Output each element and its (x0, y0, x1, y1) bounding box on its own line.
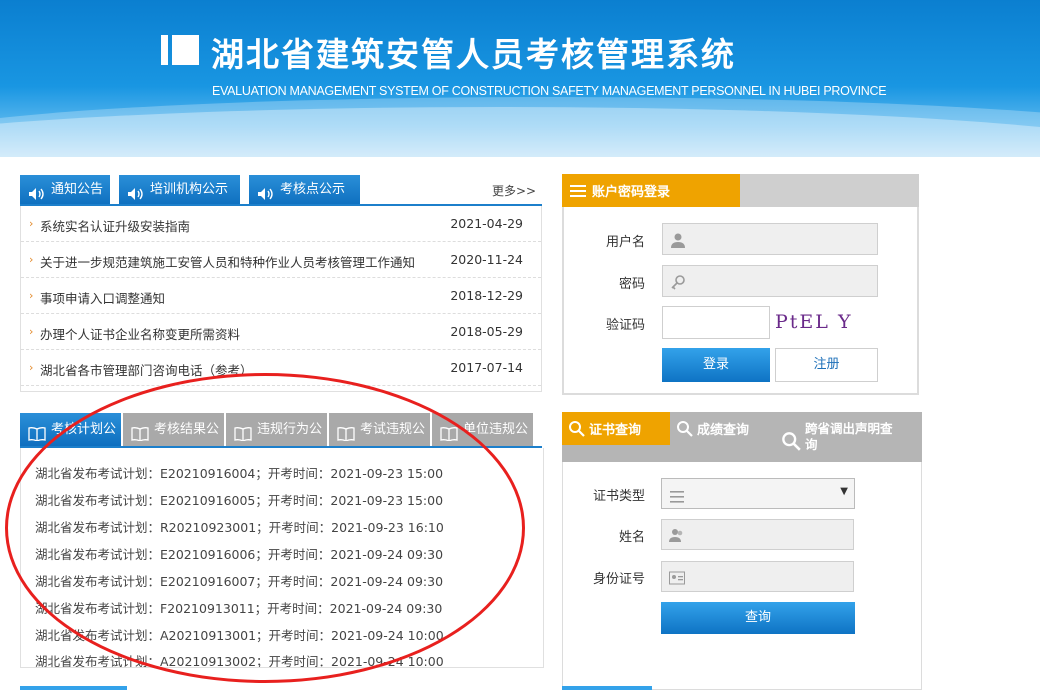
book-icon (28, 423, 46, 442)
id-number-label: 身份证号 (592, 572, 645, 587)
users-icon (669, 527, 685, 543)
search-icon (676, 420, 693, 437)
login-button[interactable]: 登录 (662, 348, 770, 382)
list-item[interactable]: 湖北省发布考试计划：R20210923001；开考时间：2021-09-23 1… (35, 517, 444, 536)
tab-certificate-query[interactable]: 证书查询 (562, 412, 670, 445)
password-input[interactable] (662, 265, 878, 297)
list-item[interactable]: 湖北省发布考试计划：F20210913011；开考时间：2021-09-24 0… (35, 598, 442, 617)
username-input[interactable] (662, 223, 878, 255)
tab-label: 违规行为公 (257, 421, 323, 437)
list-item[interactable]: › 事项申请入口调整通知 2018-12-29 (21, 278, 541, 314)
register-button[interactable]: 注册 (775, 348, 878, 382)
tab-exam-sites[interactable]: 考核点公示 (249, 175, 360, 205)
cert-type-label: 证书类型 (592, 489, 645, 504)
news-title[interactable]: 湖北省各市管理部门咨询电话（参考） (40, 360, 253, 379)
next-section-tab[interactable] (20, 686, 127, 690)
tab-unit-violations[interactable]: 单位违规公 (432, 413, 533, 446)
list-item[interactable]: 湖北省发布考试计划：A20210913001；开考时间：2021-09-24 1… (35, 625, 444, 644)
site-title: 湖北省建筑安管人员考核管理系统 (211, 35, 736, 74)
news-title[interactable]: 事项申请入口调整通知 (40, 288, 165, 307)
tab-label: 证书查询 (589, 423, 642, 438)
tab-label: 考核点公示 (280, 182, 346, 197)
captcha-image[interactable]: PtEL Y (775, 311, 857, 337)
list-item[interactable]: › 系统实名认证升级安装指南 2021-04-29 (21, 206, 541, 242)
list-icon (670, 488, 684, 503)
login-header[interactable]: 账户密码登录 (562, 174, 740, 207)
list-item[interactable]: 湖北省发布考试计划：A20210913002；开考时间：2021-09-24 1… (35, 651, 444, 667)
captcha-label: 验证码 (605, 318, 645, 333)
search-icon (568, 420, 585, 437)
speaker-icon (257, 183, 275, 200)
query-button[interactable]: 查询 (661, 602, 855, 634)
next-section-tab[interactable] (562, 686, 652, 690)
tab-label: 培训机构公示 (150, 182, 229, 197)
list-item[interactable]: › 关于进一步规范建筑施工安管人员和特种作业人员考核管理工作通知 2020-11… (21, 242, 541, 278)
speaker-icon (28, 183, 46, 200)
tab-score-query[interactable]: 成绩查询 (674, 412, 774, 445)
news-date: 2021-04-29 (450, 216, 523, 231)
tab-violations[interactable]: 违规行为公 (226, 413, 327, 446)
cert-type-select[interactable]: ▼ (661, 478, 855, 509)
tab-label: 考核计划公 (51, 421, 117, 437)
list-item[interactable]: 湖北省发布考试计划：E20210916004；开考时间：2021-09-23 1… (35, 463, 443, 482)
list-item[interactable]: 湖北省发布考试计划：E20210916007；开考时间：2021-09-24 0… (35, 571, 443, 590)
news-date: 2017-07-14 (450, 360, 523, 375)
tab-label: 单位违规公 (463, 421, 529, 437)
username-label: 用户名 (605, 235, 645, 250)
tab-notices[interactable]: 通知公告 (20, 175, 110, 205)
menu-icon (570, 184, 586, 197)
tab-label: 考核结果公 (154, 421, 220, 437)
news-date: 2020-11-24 (450, 252, 523, 267)
speaker-icon (127, 183, 145, 200)
news-date: 2018-05-29 (450, 324, 523, 339)
arrow-icon: › (29, 289, 34, 302)
login-header-label: 账户密码登录 (592, 185, 671, 200)
logo-icon (161, 35, 199, 65)
news-title[interactable]: 办理个人证书企业名称变更所需资料 (40, 324, 240, 343)
tab-label: 跨省调出声明查询 (805, 421, 893, 452)
list-item[interactable]: › 办理个人证书企业名称变更所需资料 2018-05-29 (21, 314, 541, 350)
user-icon (670, 232, 686, 248)
more-link[interactable]: 更多>> (492, 182, 536, 199)
chevron-down-icon: ▼ (840, 486, 848, 497)
key-icon (670, 274, 686, 290)
tab-cross-province-query[interactable]: 跨省调出声明查询 (781, 412, 911, 462)
list-item[interactable]: › 湖北省各市管理部门咨询电话（参考） 2017-07-14 (21, 350, 541, 386)
book-icon (234, 423, 252, 442)
site-subtitle: EVALUATION MANAGEMENT SYSTEM OF CONSTRUC… (212, 84, 887, 98)
tab-exam-violations[interactable]: 考试违规公 (329, 413, 430, 446)
book-icon (337, 423, 355, 442)
id-number-input[interactable] (661, 561, 854, 592)
search-icon (781, 431, 801, 451)
news-date: 2018-12-29 (450, 288, 523, 303)
password-label: 密码 (618, 277, 645, 292)
arrow-icon: › (29, 361, 34, 374)
tab-label: 通知公告 (51, 182, 104, 197)
list-item[interactable]: 湖北省发布考试计划：E20210916006；开考时间：2021-09-24 0… (35, 544, 443, 563)
news-list: › 系统实名认证升级安装指南 2021-04-29 › 关于进一步规范建筑施工安… (20, 206, 542, 392)
name-input[interactable] (661, 519, 854, 550)
arrow-icon: › (29, 325, 34, 338)
arrow-icon: › (29, 217, 34, 230)
header-banner: 湖北省建筑安管人员考核管理系统 EVALUATION MANAGEMENT SY… (0, 0, 1040, 157)
tab-training-institutions[interactable]: 培训机构公示 (119, 175, 240, 205)
book-icon (440, 423, 458, 442)
news-title[interactable]: 关于进一步规范建筑施工安管人员和特种作业人员考核管理工作通知 (40, 252, 415, 271)
list-item[interactable]: 湖北省发布考试计划：E20210916005；开考时间：2021-09-23 1… (35, 490, 443, 509)
exam-plan-list: 湖北省发布考试计划：E20210916004；开考时间：2021-09-23 1… (20, 448, 544, 668)
tab-exam-results[interactable]: 考核结果公 (123, 413, 224, 446)
book-icon (131, 423, 149, 442)
tab-label: 成绩查询 (697, 423, 750, 438)
tab-label: 考试违规公 (360, 421, 426, 437)
news-title[interactable]: 系统实名认证升级安装指南 (40, 216, 190, 235)
captcha-input[interactable] (662, 306, 770, 339)
id-card-icon (669, 570, 685, 586)
tab-exam-plans[interactable]: 考核计划公 (20, 413, 121, 446)
banner-wave (0, 97, 1040, 157)
arrow-icon: › (29, 253, 34, 266)
name-label: 姓名 (618, 530, 645, 545)
